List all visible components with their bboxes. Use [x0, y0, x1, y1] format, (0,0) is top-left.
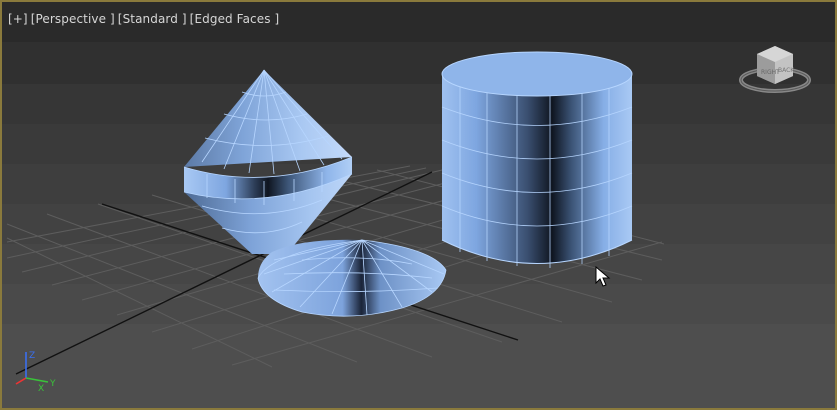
flat-cone-object — [257, 239, 447, 317]
axis-tripod-icon: Z X Y — [15, 351, 56, 394]
viewcube-icon[interactable]: RIGHT BACK — [739, 38, 811, 98]
arrow-cursor-icon — [595, 266, 611, 287]
axis-z-label: Z — [29, 351, 35, 361]
perspective-viewport[interactable]: [+] [Perspective ] [Standard ] [Edged Faces… — [0, 0, 837, 410]
axis-y-label: Y — [49, 379, 56, 389]
cylinder-object — [441, 51, 633, 268]
viewcube-face-back: BACK — [778, 67, 795, 74]
scene-3d — [6, 51, 665, 375]
axis-x-label: X — [38, 384, 44, 394]
